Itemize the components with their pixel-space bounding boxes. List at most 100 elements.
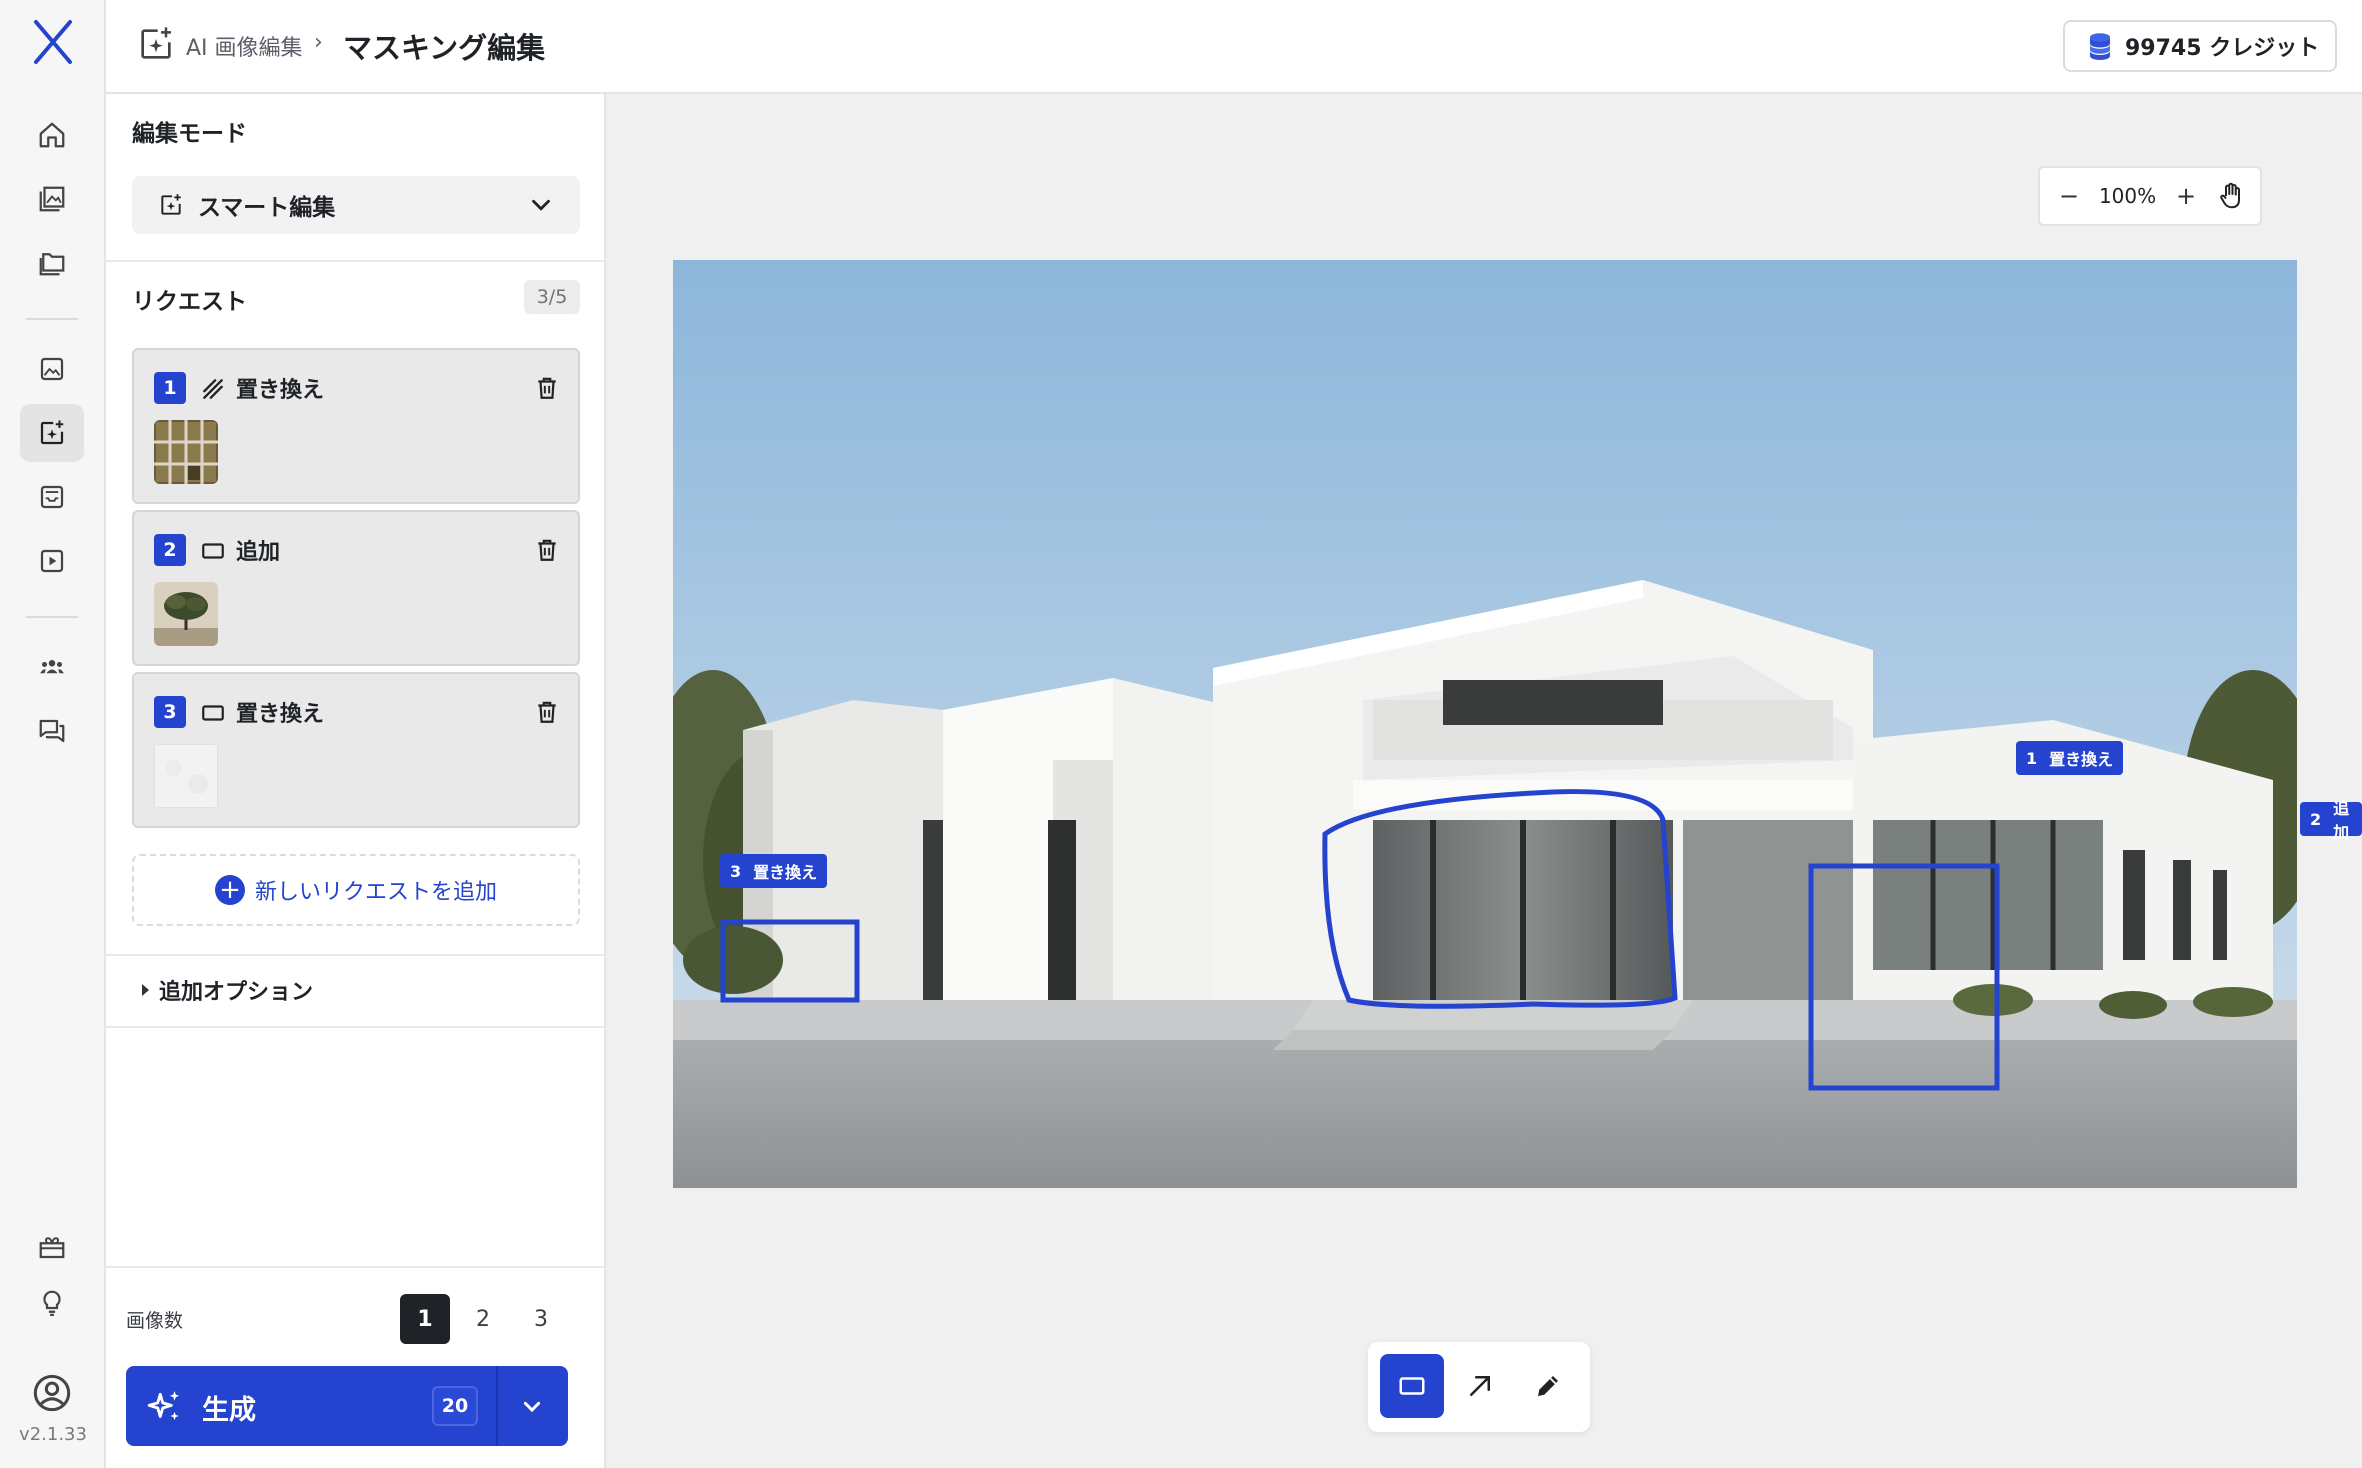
plus-icon: +	[214, 875, 245, 905]
image-count-option-2[interactable]: 2	[458, 1294, 508, 1344]
requests-count-badge: 3/5	[524, 280, 580, 314]
trash-icon[interactable]	[534, 698, 560, 726]
mode-select[interactable]: スマート編集	[132, 176, 580, 234]
rail-divider	[26, 318, 78, 320]
mask-label-3[interactable]: 3 置き換え	[720, 854, 828, 888]
ai-edit-icon	[141, 27, 171, 59]
image-icon	[40, 357, 64, 381]
team-icon	[40, 660, 64, 674]
request-card[interactable]: 3 置き換え	[132, 672, 580, 828]
request-number: 1	[154, 372, 186, 404]
request-card[interactable]: 1 置き換え	[132, 348, 580, 504]
generate-label: 生成	[202, 1395, 256, 1426]
page-title: マスキング編集	[343, 31, 546, 65]
requests-title: リクエスト	[132, 289, 247, 315]
rectangle-icon	[202, 543, 224, 559]
arrow-tool[interactable]	[1448, 1354, 1512, 1418]
top-bar: AI 画像編集 › マスキング編集 99745 クレジット	[106, 0, 2362, 94]
rectangle-tool[interactable]	[1380, 1354, 1444, 1418]
mask-type: 追加	[2333, 799, 2350, 842]
divider	[106, 1266, 606, 1268]
divider	[106, 260, 606, 262]
inbox-icon	[40, 485, 64, 509]
chevron-down-icon	[532, 199, 550, 211]
request-thumbnail	[154, 744, 218, 808]
folder-icon	[39, 253, 65, 276]
mode-value: スマート編集	[198, 195, 336, 221]
pencil-icon	[1538, 1376, 1558, 1396]
generate-cost-badge: 20	[432, 1386, 478, 1426]
breadcrumb-separator: ›	[314, 30, 323, 55]
zoom-level: 100%	[2098, 184, 2157, 208]
pencil-tool[interactable]	[1516, 1354, 1580, 1418]
ai-edit-icon	[40, 420, 64, 445]
mask-type: 置き換え	[2049, 750, 2114, 769]
editor-canvas: − 100% + 1 置き換え 2 追加 3 置き換え	[606, 94, 2362, 1468]
chevron-down-icon[interactable]	[516, 1390, 548, 1422]
add-request-button[interactable]: + 新しいリクエストを追加	[132, 854, 580, 926]
credits-label: 99745 クレジット	[2125, 36, 2320, 61]
request-number: 3	[154, 696, 186, 728]
mask-number: 3	[730, 861, 742, 881]
left-rail: v2.1.33	[0, 0, 106, 1468]
rectangle-icon	[202, 705, 224, 721]
zoom-in-button[interactable]: +	[2171, 181, 2201, 211]
add-request-label: 新しいリクエストを追加	[254, 880, 497, 905]
mask-number: 1	[2026, 748, 2038, 768]
rail-ai-edit[interactable]	[20, 404, 84, 462]
mask-label-1[interactable]: 1 置き換え	[2016, 741, 2124, 775]
ai-edit-icon	[161, 194, 181, 215]
brush-icon	[203, 379, 223, 399]
rectangle-icon	[1399, 1377, 1425, 1395]
app-version: v2.1.33	[19, 1424, 87, 1445]
zoom-out-button[interactable]: −	[2054, 181, 2084, 211]
gallery-icon	[39, 186, 65, 212]
more-options-label: 追加オプション	[159, 980, 314, 1005]
rail-tips[interactable]	[20, 1274, 84, 1332]
button-divider	[496, 1366, 498, 1446]
rail-account[interactable]	[20, 1364, 84, 1422]
request-number: 2	[154, 534, 186, 566]
edit-panel: 編集モード スマート編集 リクエスト 3/5 1 置き換え 2 追加 3 置き換…	[106, 94, 606, 1468]
rail-home[interactable]	[20, 106, 84, 164]
rail-inbox[interactable]	[20, 468, 84, 526]
rail-divider	[26, 616, 78, 618]
rail-video[interactable]	[20, 532, 84, 590]
drawing-toolbar	[1368, 1342, 1590, 1432]
rail-gallery[interactable]	[20, 170, 84, 228]
rail-team[interactable]	[20, 638, 84, 696]
mask-number: 2	[2310, 809, 2322, 829]
home-icon	[39, 122, 65, 148]
credits-button[interactable]: 99745 クレジット	[2063, 20, 2337, 72]
rail-image[interactable]	[20, 340, 84, 398]
image-count-label: 画像数	[126, 1310, 184, 1332]
request-card[interactable]: 2 追加	[132, 510, 580, 666]
image-count-option-1[interactable]: 1	[400, 1294, 450, 1344]
coins-icon	[2090, 33, 2110, 60]
rail-gift[interactable]	[20, 1218, 84, 1276]
lightbulb-icon	[43, 1290, 61, 1316]
more-options-toggle[interactable]: 追加オプション	[142, 974, 313, 1006]
image-count-option-3[interactable]: 3	[516, 1294, 566, 1344]
chat-icon	[39, 719, 65, 743]
breadcrumb-parent[interactable]: AI 画像編集	[186, 30, 303, 62]
request-thumbnail	[154, 582, 218, 646]
divider	[106, 1026, 606, 1028]
zoom-control: − 100% +	[2038, 166, 2262, 226]
hand-pan-icon[interactable]	[2216, 181, 2246, 211]
mask-label-2[interactable]: 2 追加	[2300, 799, 2362, 842]
edit-image[interactable]	[673, 260, 2297, 1188]
request-thumbnail	[154, 420, 218, 484]
app-logo[interactable]	[32, 18, 74, 66]
arrow-icon	[1470, 1376, 1490, 1396]
request-type-label: 追加	[236, 540, 281, 565]
trash-icon[interactable]	[534, 374, 560, 402]
account-icon	[33, 1374, 71, 1412]
rail-folder[interactable]	[20, 234, 84, 292]
gift-icon	[39, 1237, 65, 1259]
request-type-label: 置き換え	[236, 378, 325, 403]
generate-button[interactable]: 生成 20	[126, 1366, 568, 1446]
trash-icon[interactable]	[534, 536, 560, 564]
divider	[106, 954, 606, 956]
rail-chat[interactable]	[20, 702, 84, 760]
